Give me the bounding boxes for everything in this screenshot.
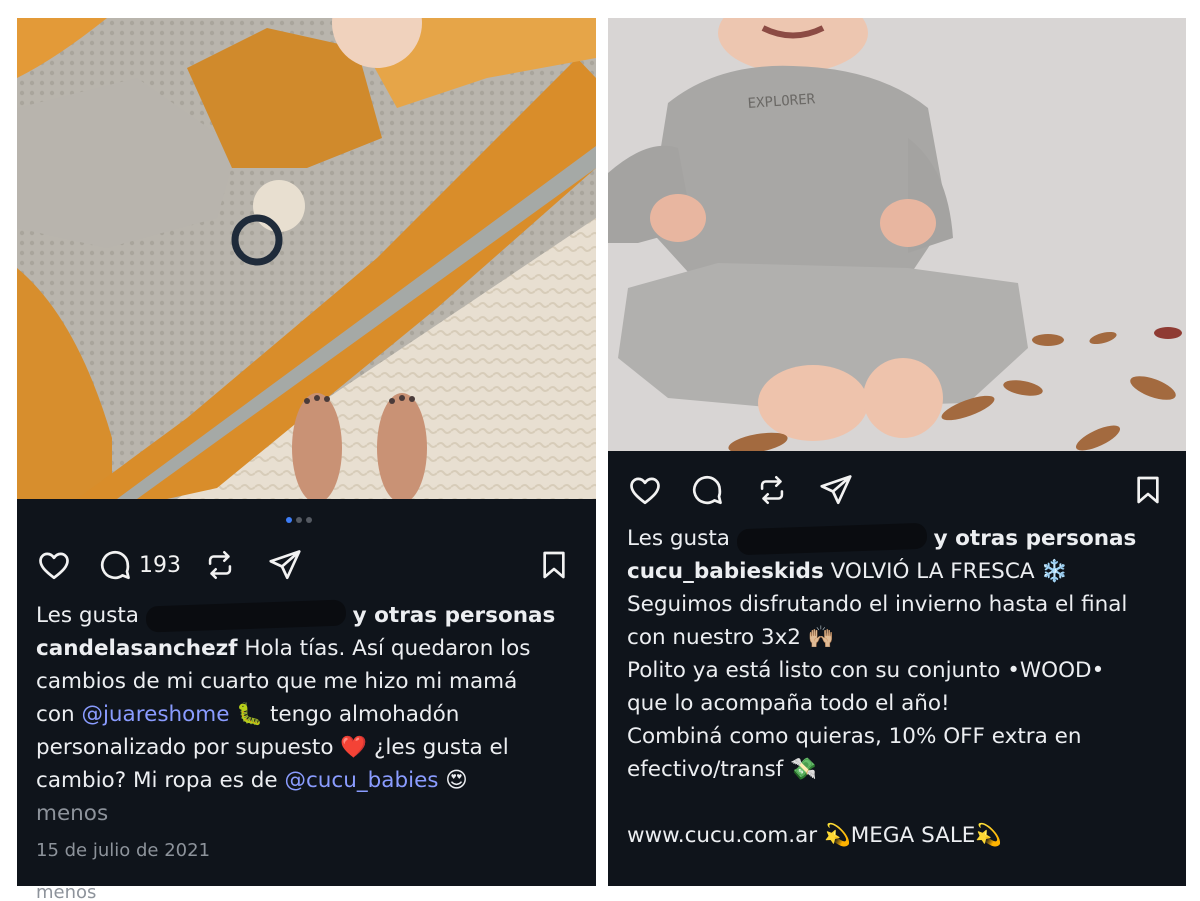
caption-text: con nuestro 3x2 <box>627 625 801 650</box>
cut-off-label: menos <box>36 883 97 901</box>
caption-line: personalizado por supuesto ❤️ ¿les gusta… <box>36 731 586 764</box>
post-photo-illustration: EXPLORER <box>608 18 1186 451</box>
bookmark-icon <box>1137 476 1159 504</box>
snowflake-emoji: ❄️ <box>1041 559 1069 584</box>
redacted-username <box>145 599 347 633</box>
heart-icon <box>630 477 660 505</box>
likes-line[interactable]: Les gusta y otras personas <box>36 599 586 633</box>
share-icon <box>269 550 301 580</box>
caption-line: Seguimos disfrutando el invierno hasta e… <box>627 592 1128 617</box>
carousel-indicator <box>286 517 312 523</box>
cut-off-text: menos <box>36 883 96 901</box>
caption-text: cambio? Mi ropa es de <box>36 768 278 793</box>
comment-count: 193 <box>139 552 181 578</box>
author-username[interactable]: cucu_babieskids <box>627 559 824 584</box>
caption-line: www.cucu.com.ar 💫MEGA SALE💫 <box>627 819 1177 852</box>
less-link[interactable]: menos <box>36 797 586 830</box>
post-left: 193 Les gusta y otras personas candelasa <box>17 18 596 886</box>
caption-text: con <box>36 702 75 727</box>
post-photo-illustration <box>17 18 596 499</box>
redacted-username <box>736 522 928 556</box>
likes-line[interactable]: Les gusta y otras personas <box>627 522 1177 556</box>
comment-icon <box>100 550 130 580</box>
like-button[interactable] <box>626 465 664 515</box>
likes-prefix: Les gusta <box>627 526 730 551</box>
action-bar: 193 <box>17 540 596 590</box>
caption-text: MEGA SALE <box>850 823 976 848</box>
caption-line: cambios de mi cuarto que me hizo mi mamá <box>36 665 586 698</box>
caption-line: cambio? Mi ropa es de @cucu_babies 😍 <box>36 764 586 797</box>
caption-line: con nuestro 3x2 🙌🏼 <box>627 621 1177 654</box>
caption-line: Combiná como quieras, 10% OFF extra en <box>627 724 1082 749</box>
carousel-dot-active <box>286 517 292 523</box>
caption-text: personalizado por supuesto <box>36 735 334 760</box>
heart-icon <box>39 552 69 580</box>
carousel-dot <box>296 517 302 523</box>
raising-hands-emoji: 🙌🏼 <box>807 625 835 650</box>
repost-icon <box>760 475 784 505</box>
caption-text: Hola tías. Así quedaron los <box>244 636 531 661</box>
caption-line: candelasanchezf Hola tías. Así quedaron … <box>36 632 586 665</box>
caption-text: VOLVIÓ LA FRESCA <box>830 559 1035 584</box>
caption-line: Polito ya está listo con su conjunto •WO… <box>627 658 1105 683</box>
likes-suffix: y otras personas <box>352 603 556 628</box>
post-text: Les gusta y otras personas cucu_babieski… <box>627 522 1177 852</box>
action-bar <box>608 465 1186 515</box>
heart-eyes-emoji: 😍 <box>445 768 468 793</box>
repost-button[interactable] <box>755 465 789 515</box>
likes-prefix: Les gusta <box>36 603 139 628</box>
caption-line: efectivo/transf 💸 <box>627 753 1177 786</box>
caption-text: ¿les gusta el <box>373 735 509 760</box>
caption-line: que lo acompaña todo el año! <box>627 691 950 716</box>
caption-text: cambios de mi cuarto que me hizo mi mamá <box>36 669 518 694</box>
save-button[interactable] <box>1132 465 1164 515</box>
share-button[interactable] <box>818 465 854 515</box>
likes-suffix: y otras personas <box>933 526 1137 551</box>
money-wings-emoji: 💸 <box>790 757 817 782</box>
comment-button[interactable] <box>689 465 725 515</box>
share-button[interactable] <box>267 540 303 590</box>
carousel-dot <box>306 517 312 523</box>
caption-text: efectivo/transf <box>627 757 784 782</box>
dizzy-emoji: 💫 <box>975 823 1003 848</box>
bookmark-icon <box>543 551 565 579</box>
comment-icon <box>692 475 722 505</box>
repost-icon <box>208 550 232 580</box>
mention-link[interactable]: @juareshome <box>81 702 229 727</box>
save-button[interactable] <box>538 540 570 590</box>
post-photo[interactable] <box>17 18 596 499</box>
repost-button[interactable] <box>203 540 237 590</box>
share-icon <box>820 475 852 505</box>
author-username[interactable]: candelasanchezf <box>36 636 238 661</box>
post-right: EXPLORER Les gusta y otras personas cucu… <box>608 18 1186 886</box>
website-link[interactable]: www.cucu.com.ar <box>627 823 817 848</box>
caption-text: tengo almohadón <box>269 702 460 727</box>
caption-line: con @juareshome 🐛 tengo almohadón <box>36 698 586 731</box>
post-date: 15 de julio de 2021 <box>36 840 211 861</box>
dizzy-emoji: 💫 <box>823 823 851 848</box>
caption-line: cucu_babieskids VOLVIÓ LA FRESCA ❄️ <box>627 555 1177 588</box>
heart-emoji: ❤️ <box>340 735 368 760</box>
post-text: Les gusta y otras personas candelasanche… <box>36 599 586 867</box>
mention-link[interactable]: @cucu_babies <box>284 768 438 793</box>
post-photo[interactable]: EXPLORER <box>608 18 1186 451</box>
comment-button[interactable]: 193 <box>97 540 181 590</box>
like-button[interactable] <box>35 540 73 590</box>
caterpillar-emoji: 🐛 <box>236 702 264 727</box>
